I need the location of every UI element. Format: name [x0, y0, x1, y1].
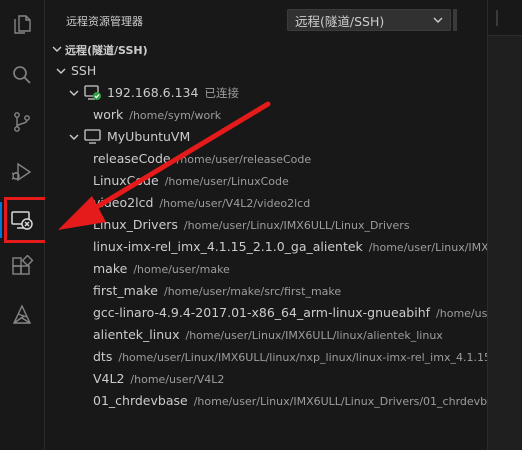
host-status: 已连接	[204, 86, 239, 100]
folder-path: /home/user/Linux/IMX6ULL/linux/alientek_…	[185, 329, 443, 342]
tree-folder-item[interactable]: work/home/sym/work	[45, 104, 487, 126]
folder-name: make	[93, 261, 128, 276]
editor-tab-bar	[488, 0, 522, 36]
tree-folder-item[interactable]: make/home/user/make	[45, 258, 487, 280]
monitor-icon	[84, 129, 101, 144]
tree-host[interactable]: MyUbuntuVM	[45, 126, 487, 148]
ssh-label: SSH	[71, 63, 97, 78]
folder-name: first_make	[93, 283, 158, 298]
tree-folder-item[interactable]: gcc-linaro-4.9.4-2017.01-x86_64_arm-linu…	[45, 302, 508, 324]
tree-folder-item[interactable]: alientek_linux/home/user/Linux/IMX6ULL/l…	[45, 324, 487, 346]
folder-name: linux-imx-rel_imx_4.1.15_2.1.0_ga_alient…	[93, 239, 363, 254]
tree-folder-item[interactable]: releaseCode/home/user/releaseCode	[45, 148, 487, 170]
folder-path: /home/user/make	[133, 263, 230, 276]
remote-select-value: 远程(隧道/SSH)	[295, 13, 385, 29]
tree-folder-item[interactable]: first_make/home/user/make/src/first_make	[45, 280, 487, 302]
editor-area	[487, 0, 522, 450]
chevron-down-icon	[52, 46, 62, 52]
panel-title: 远程资源管理器	[66, 15, 143, 28]
folder-name: video2lcd	[93, 195, 154, 210]
host-label: 192.168.6.134 已连接	[107, 85, 239, 100]
host-label: MyUbuntuVM	[107, 129, 191, 144]
folder-label: video2lcd/home/user/V4L2/video2lcd	[93, 195, 310, 210]
folder-path: /home/user/V4L2	[130, 373, 225, 386]
folder-label: alientek_linux/home/user/Linux/IMX6ULL/l…	[93, 327, 443, 342]
tree-host-connected[interactable]: 192.168.6.134 已连接	[45, 82, 487, 104]
folder-label: first_make/home/user/make/src/first_make	[93, 283, 341, 298]
folder-path: /home/user/V4L2/video2lcd	[159, 197, 311, 210]
tree-folder-item[interactable]: dts/home/user/Linux/IMX6ULL/linux/nxp_li…	[45, 346, 501, 368]
remote-type-select[interactable]: 远程(隧道/SSH)	[287, 9, 451, 31]
folder-label: make/home/user/make	[93, 261, 230, 276]
tree-folder-item[interactable]: V4L2/home/user/V4L2	[45, 368, 487, 390]
folder-label: LinuxCode/home/user/LinuxCode	[93, 173, 289, 188]
remote-explorer-panel: 远程资源管理器 远程(隧道/SSH) 远程(隧道/SSH) SSH 192.16…	[45, 0, 514, 450]
folder-path: /home/user/releaseCode	[176, 153, 312, 166]
folder-path: /home/sym/work	[129, 109, 222, 122]
chevron-down-icon	[433, 17, 443, 23]
folder-label: releaseCode/home/user/releaseCode	[93, 151, 311, 166]
section-header[interactable]: 远程(隧道/SSH)	[45, 38, 487, 60]
chevron-down-icon	[56, 68, 66, 74]
folder-path: /home/user/make/src/first_make	[164, 285, 342, 298]
folder-name: Linux_Drivers	[93, 217, 178, 232]
folder-path: /home/user/Linux/IMX6ULL/Linux_Drivers	[183, 219, 410, 232]
tree-folder-item[interactable]: 01_chrdevbase/home/user/Linux/IMX6ULL/Li…	[45, 390, 506, 412]
folder-name: V4L2	[93, 371, 125, 386]
files-icon[interactable]	[0, 4, 44, 44]
run-debug-icon[interactable]	[0, 152, 44, 192]
tree-folder-item[interactable]: LinuxCode/home/user/LinuxCode	[45, 170, 487, 192]
folder-name: gcc-linaro-4.9.4-2017.01-x86_64_arm-linu…	[93, 305, 431, 320]
folder-label: gcc-linaro-4.9.4-2017.01-x86_64_arm-linu…	[93, 305, 508, 320]
folder-path: /home/user/Linux/IMX6ULL/Linux_Drivers/0…	[193, 395, 507, 408]
folder-label: V4L2/home/user/V4L2	[93, 371, 224, 386]
folder-path: /home/user/LinuxCode	[164, 175, 289, 188]
folder-label: dts/home/user/Linux/IMX6ULL/linux/nxp_li…	[93, 349, 501, 364]
folder-label: Linux_Drivers/home/user/Linux/IMX6ULL/Li…	[93, 217, 410, 232]
tree-folder-item[interactable]: Linux_Drivers/home/user/Linux/IMX6ULL/Li…	[45, 214, 487, 236]
folder-name: alientek_linux	[93, 327, 180, 342]
folder-name: 01_chrdevbase	[93, 393, 188, 408]
tab-edge[interactable]	[496, 10, 498, 26]
panel-header: 远程资源管理器 远程(隧道/SSH)	[45, 0, 487, 38]
folder-path: /home/user/Linux/IMX6ULL/linux/nxp_linux…	[118, 351, 502, 364]
custom-extension-icon[interactable]	[0, 295, 44, 335]
chevron-down-icon	[69, 90, 79, 96]
folder-name: work	[93, 107, 124, 122]
source-control-icon[interactable]	[0, 102, 44, 142]
folder-label: linux-imx-rel_imx_4.1.15_2.1.0_ga_alient…	[93, 239, 514, 254]
chevron-down-icon	[69, 134, 79, 140]
folder-name: LinuxCode	[93, 173, 159, 188]
search-icon[interactable]	[0, 55, 44, 95]
monitor-connected-icon	[84, 85, 101, 100]
folder-name: releaseCode	[93, 151, 171, 166]
folder-label: work/home/sym/work	[93, 107, 221, 122]
folder-name: dts	[93, 349, 113, 364]
section-title: 远程(隧道/SSH)	[65, 44, 148, 57]
folder-label: 01_chrdevbase/home/user/Linux/IMX6ULL/Li…	[93, 393, 506, 408]
tree-folder-item[interactable]: video2lcd/home/user/V4L2/video2lcd	[45, 192, 487, 214]
tree-folder-item[interactable]: linux-imx-rel_imx_4.1.15_2.1.0_ga_alient…	[45, 236, 514, 258]
scrollbar[interactable]	[453, 9, 457, 31]
extensions-icon[interactable]	[0, 247, 44, 287]
tree-group-ssh[interactable]: SSH	[45, 60, 487, 82]
